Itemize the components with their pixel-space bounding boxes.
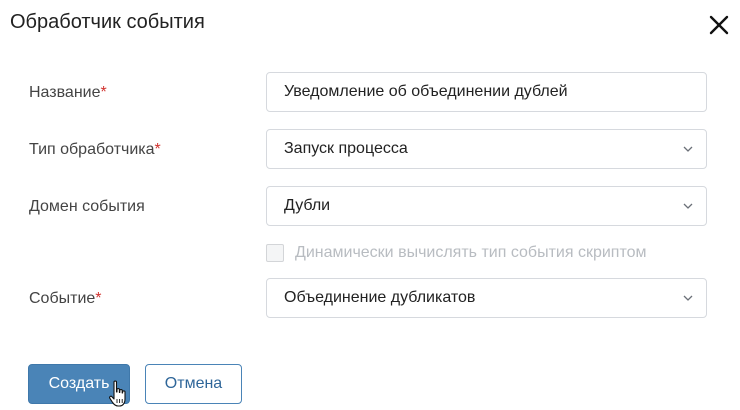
close-button[interactable] [706,12,732,38]
cancel-button[interactable]: Отмена [145,364,242,404]
event-domain-label-text: Домен события [29,198,145,215]
chevron-down-icon [674,129,702,169]
event-value: Объединение дубликатов [284,289,476,306]
close-icon [709,15,729,35]
dynamic-event-type-checkbox[interactable] [266,244,284,262]
event-domain-label: Домен события [29,198,145,216]
event-label-text: Событие [29,290,96,307]
name-input-value: Уведомление об объединении дублей [284,83,568,100]
name-input[interactable]: Уведомление об объединении дублей [266,72,707,112]
handler-type-value: Запуск процесса [284,140,408,157]
chevron-down-icon [674,278,702,318]
event-select[interactable]: Объединение дубликатов [266,278,707,318]
handler-type-label: Тип обработчика* [29,141,161,159]
dynamic-event-type-option[interactable]: Динамически вычислять тип события скрипт… [266,242,646,264]
name-required-mark: * [100,84,107,101]
handler-type-select[interactable]: Запуск процесса [266,129,707,169]
dynamic-event-type-label: Динамически вычислять тип события скрипт… [295,244,647,261]
handler-type-required-mark: * [154,141,161,158]
handler-type-label-text: Тип обработчика [29,141,155,158]
event-label: Событие* [29,290,102,308]
event-handler-dialog: Обработчик события Название* Уведомление… [0,0,740,410]
event-required-mark: * [95,290,102,307]
event-domain-value: Дубли [284,197,331,214]
name-label: Название* [29,84,107,102]
chevron-down-icon [674,186,702,226]
name-label-text: Название [29,84,101,101]
dialog-title: Обработчик события [10,11,205,33]
event-domain-select[interactable]: Дубли [266,186,707,226]
hand-cursor-icon [109,380,126,407]
